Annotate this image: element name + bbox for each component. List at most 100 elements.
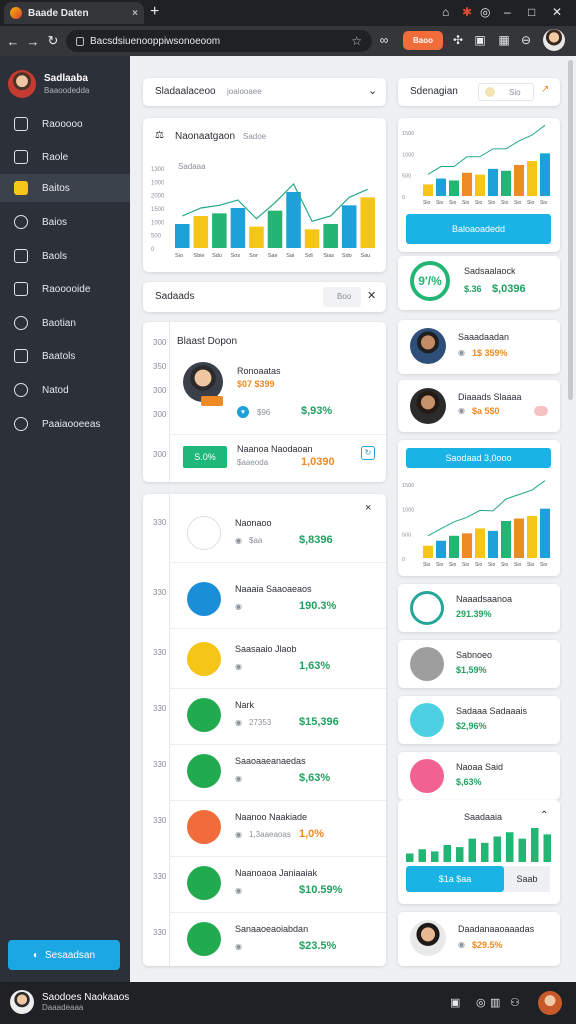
top-right-badge[interactable]: Sio [478,83,534,101]
chart-action-button[interactable]: $1a $aa [406,866,504,892]
extension-button[interactable]: Baoo [403,31,443,50]
chart-banner[interactable]: Saodaad 3,0ooo [406,448,551,468]
search-card[interactable]: Sladaalaceoo joaiooaee ⌄ [143,78,386,106]
right-chart-button[interactable]: Baloaoadedd [406,214,551,244]
new-tab-button[interactable]: + [150,3,159,21]
refresh-icon[interactable]: ↻ [361,446,375,460]
puzzle-icon[interactable]: ✣ [450,32,466,48]
chart-bar [531,828,539,862]
close-tab-icon[interactable]: × [132,8,138,19]
menu-circle-icon[interactable]: ⊖ [518,32,534,48]
maximize-icon[interactable]: □ [528,5,535,19]
sidebar-item-0[interactable]: Raooooo [0,110,130,138]
avatar [410,328,446,364]
browser-tab[interactable]: Baade Daten × [4,2,144,24]
save-icon[interactable]: ▣ [472,32,488,48]
person-card-1[interactable]: Saaadaadan ◉ 1$ 359% [398,320,560,374]
statusbar-user[interactable]: Saodoes Naokaaos Daaadeaaa [10,990,129,1014]
grid-icon[interactable]: ▥ [490,996,500,1009]
forward-icon[interactable]: → [23,34,43,49]
chart-bar [501,170,511,196]
tools-icon [410,759,444,793]
chart-bar [449,535,459,558]
bottom-right-person[interactable]: Daadanaaoaaadas ◉ $29.5% [398,912,560,966]
list-item[interactable]: 330 Naonaoo ◉ $aa $,8396 [153,508,386,563]
person-name: Diaaads Slaaaa [458,392,522,402]
sidebar-item-label: Baatols [42,350,76,362]
briefcase-icon[interactable]: ▣ [450,996,460,1009]
sidebar-user[interactable]: Sadlaaba Baaoodedda [8,70,89,98]
settings-icon[interactable]: ◎ [476,996,486,1009]
chart-bar [506,832,514,862]
document-icon [14,117,28,131]
list-item[interactable]: 330 Saaoaaeanaedas ◉ $,63% [153,746,386,801]
x-tick-label: Sio [462,200,469,206]
stat-card[interactable]: Sadaaa Sadaaais $2,96% [398,696,560,744]
sidebar-item-4[interactable]: Baols [0,242,130,270]
profile-avatar[interactable] [538,991,562,1015]
y-tick-label: 1500 [402,131,414,137]
calendar-icon[interactable]: ▦ [496,32,512,48]
chart-secondary-button[interactable]: Saab [504,866,550,892]
bookmark-star-icon[interactable]: ☆ [351,34,362,48]
radio-icon: ◉ [235,602,242,611]
reload-icon[interactable]: ↻ [43,33,63,49]
chevron-down-icon[interactable]: ⌄ [368,84,377,97]
sidebar-item-label: Paaiaooeeas [42,418,101,430]
chart-icon: ⚖ [155,130,164,141]
chart-title: Saadaaia [464,812,503,822]
list-item[interactable]: 330 Saasaaio Jlaob ◉ 1,63% [153,634,386,689]
y-tick-label: 500 [402,174,411,180]
ext-circle-icon[interactable]: ◎ [480,5,490,19]
item-value: $,8396 [299,534,333,546]
chevron-up-icon[interactable]: ⌃ [540,810,548,821]
list-item[interactable]: 330 Naanoo Naakiade ◉ 1,3aaeaoas 1,0% [153,802,386,857]
x-tick-label: Sau [360,253,370,259]
briefcase-icon [14,181,28,195]
close-icon[interactable]: ✕ [367,289,376,302]
filter-input[interactable]: Boo [323,287,361,307]
item-name: Saasaaio Jlaob [235,644,297,654]
toggle-icon[interactable] [534,406,548,416]
sidebar-item-1[interactable]: Raole [0,143,130,171]
sidebar-item-7[interactable]: Baatols [0,342,130,370]
list-item[interactable]: 330 Naanoaoa Janiaaiak ◉ $10.59% [153,858,386,913]
minimize-icon[interactable]: – [504,5,511,19]
table-icon [14,349,28,363]
chart-icon[interactable]: ⚇ [510,996,520,1009]
y-label: 330 [153,518,167,527]
address-bar[interactable]: Bacsdsiuenooppiwsonoeoom ☆ [66,30,372,52]
item-name: Saaoaaeanaedas [235,756,306,766]
sidebar-item-6[interactable]: Baotian [0,309,130,337]
sidebar-item-5[interactable]: Raooooide [0,275,130,303]
sidebar-item-8[interactable]: Natod [0,376,130,404]
close-window-icon[interactable]: ✕ [552,5,562,19]
sidebar-item-3[interactable]: Baios [0,208,130,236]
list-item[interactable]: 330 Sanaaoeaoiabdan ◉ $23.5% [153,914,386,966]
stat-card[interactable]: Naaadsaanoa 291.39% [398,584,560,632]
expand-icon[interactable]: ↗ [541,84,549,95]
extension-icon[interactable]: ⌂ [442,5,449,19]
item-name: Naonaoo [235,518,272,528]
y-label: 300 [153,338,167,347]
profile-avatar[interactable] [543,29,565,51]
sidebar-cta-button[interactable]: ◐ Sesaadsan [8,940,120,970]
glasses-icon[interactable]: ∞ [376,32,392,48]
avatar [410,388,446,424]
sidebar-item-9[interactable]: Paaiaooeeas [0,410,130,438]
radio-icon: ◉ [235,718,242,727]
stat-card[interactable]: Sabnoeo $1,59% [398,640,560,688]
ext-red-icon[interactable]: ✱ [462,5,472,19]
list-item[interactable]: 330 Nark ◉ 27353 $15,396 [153,690,386,745]
stat-card[interactable]: Naoaa Said $,63% [398,752,560,800]
y-label: 330 [153,760,167,769]
divider [169,856,386,857]
sidebar-item-2[interactable]: Baitos [0,174,138,202]
scrollbar[interactable] [568,60,573,400]
chart-bar [468,838,476,862]
y-tick-label: 0 [151,247,155,253]
back-icon[interactable]: ← [3,34,23,49]
stat-value: $,63% [456,777,482,787]
list-item[interactable]: 330 Naaaia Saaoaeaos ◉ 190.3% [153,574,386,629]
person-card-2[interactable]: Diaaads Slaaaa ◉ $a 5$0 [398,380,560,432]
